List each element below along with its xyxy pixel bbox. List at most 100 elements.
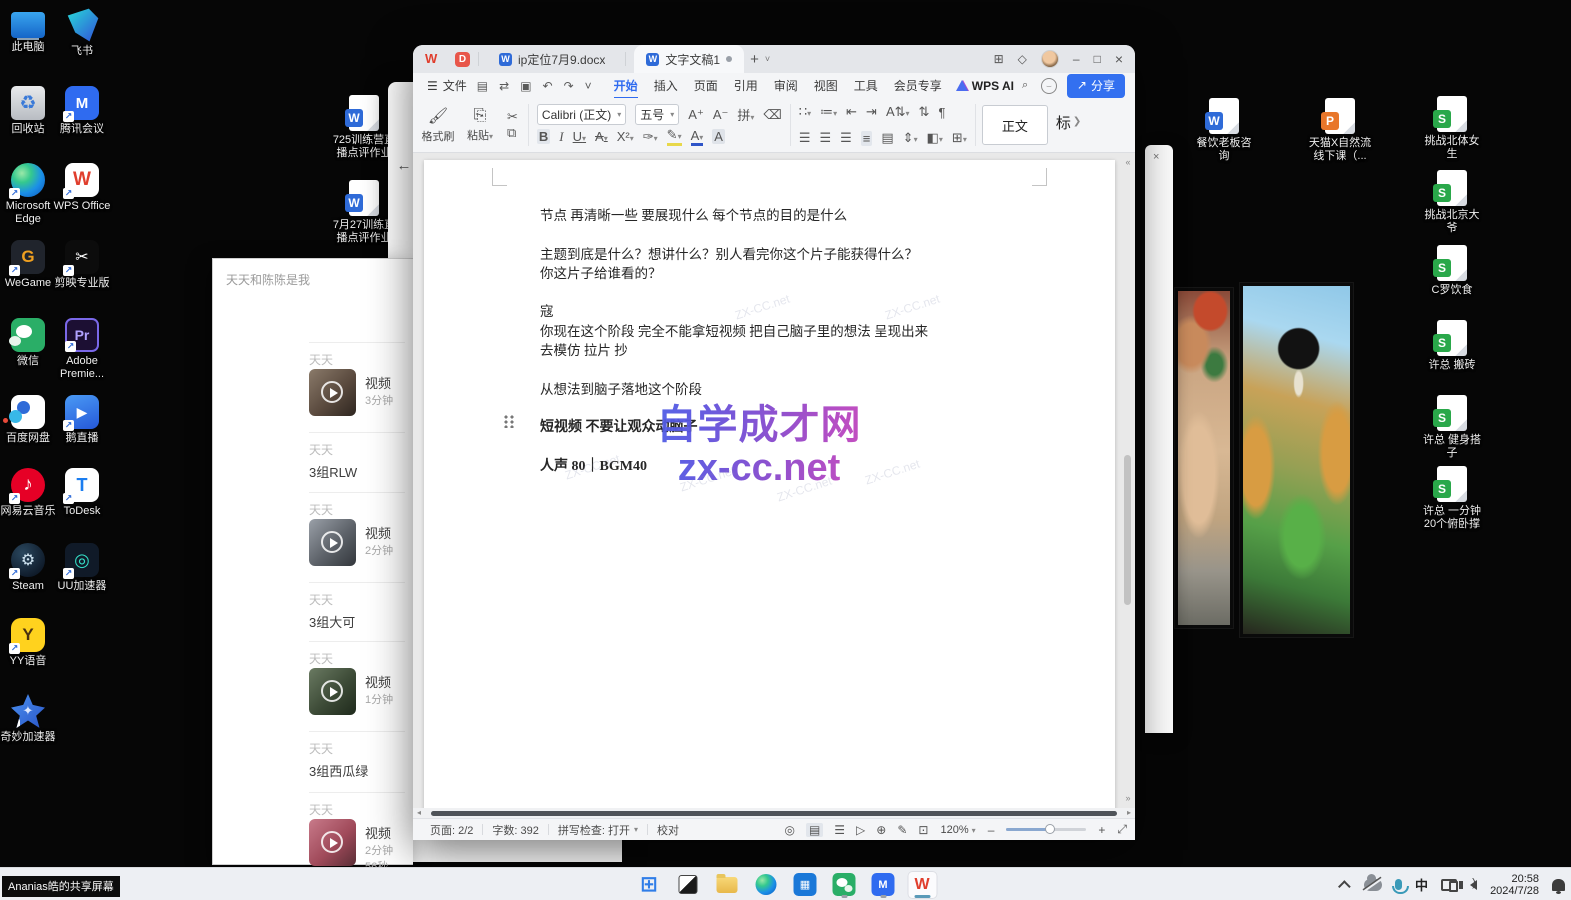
wechat-button[interactable] [829,871,859,899]
superscript-button[interactable]: X²▾ [617,129,634,144]
desktop-icon-wps-sheet-icon[interactable]: SC罗饮食 [1420,245,1484,297]
maximize-button[interactable]: □ [1094,52,1101,66]
back-arrow-icon[interactable]: ← [394,156,414,176]
style-heading-partial[interactable]: 标 [1056,112,1071,148]
edge-button[interactable] [751,871,781,899]
skin-box-icon[interactable]: ◇ [1018,52,1027,66]
feedback-smiley-icon[interactable]: ⌣ [1041,78,1057,94]
text-effects-icon[interactable]: ✑▾ [643,129,658,145]
style-gallery-expand-icon[interactable]: ❯ [1073,116,1081,148]
horizontal-scrollbar[interactable]: ◂ ▸ [413,808,1135,818]
task-view-button[interactable] [673,871,703,899]
speaker-icon[interactable] [1470,880,1477,890]
char-shading-button[interactable]: A [712,129,725,144]
vertical-scrollbar[interactable]: « » [1122,155,1134,805]
video-thumbnail[interactable] [309,819,356,866]
microphone-icon[interactable] [1395,879,1402,890]
zoom-level[interactable]: 120% ▾ [940,824,975,836]
borders-button[interactable]: ⊞▾ [952,130,967,146]
outline-view-icon[interactable]: ☰ [834,823,845,837]
cut-icon[interactable]: ✂ [507,109,518,125]
ribbon-tab-视图[interactable]: 视图 [806,74,846,97]
desktop-icon-wps-sheet-icon[interactable]: S许总 健身搭子 [1420,395,1484,460]
document-canvas[interactable]: 节点 再清晰一些 要展现什么 每个节点的目的是什么 主题到底是什么？想讲什么？别… [413,153,1135,808]
video-thumbnail[interactable] [309,369,356,416]
bullet-list-button[interactable]: ∷▾ [799,104,811,120]
read-mode-icon[interactable]: ▷ [856,823,865,837]
save-icon[interactable]: ▤ [477,79,488,93]
spellcheck-toggle[interactable]: 拼写检查: 打开▾ [549,822,647,838]
align-right-button[interactable]: ☰ [840,130,852,146]
word-count[interactable]: 字数: 392 [483,822,547,838]
scroll-right-icon[interactable]: ▸ [1127,808,1131,818]
underline-button[interactable]: U▾ [573,129,586,144]
clock[interactable]: 20:58 2024/7/28 [1490,873,1539,897]
more-commands-icon[interactable]: ˅ [585,79,592,93]
numbered-list-button[interactable]: ≔▾ [820,104,837,120]
desktop-icon-todesk-icon[interactable]: TToDesk [50,468,114,518]
bold-button[interactable]: B [537,129,550,144]
font-color-button[interactable]: A▾ [691,128,704,146]
desktop-icon-capcut-pro-icon[interactable]: ✂剪映专业版 [50,240,114,290]
document-tab-2-active[interactable]: W 文字文稿1 [634,45,744,73]
italic-button[interactable]: I [559,129,563,145]
shrink-font-icon[interactable]: A⁻ [713,107,729,123]
desktop-icon-tencent-meeting-icon[interactable]: M腾讯会议 [50,86,114,136]
tencent-meeting-button[interactable]: M [868,871,898,899]
desktop-icon-feishu-icon[interactable]: 飞书 [50,8,114,58]
share-button[interactable]: ↗ 分享 [1067,74,1125,98]
zoom-in-button[interactable]: + [1098,823,1105,837]
desktop-icon-wps-sheet-icon[interactable]: S许总 一分钟20个俯卧撑 [1420,466,1484,531]
notification-bell-icon[interactable] [1552,879,1565,891]
tab-list-caret-icon[interactable]: ˅ [765,54,770,64]
align-center-button[interactable]: ☰ [819,130,831,146]
web-view-icon[interactable]: ⊕ [876,823,886,837]
minimize-button[interactable]: – [1073,52,1080,66]
user-avatar[interactable] [1041,50,1059,68]
style-normal[interactable]: 正文 [982,105,1048,145]
ribbon-tab-会员专享[interactable]: 会员专享 [886,74,950,97]
search-icon[interactable]: ⌕ [1022,79,1028,92]
desktop-icon-e-live-icon[interactable]: ▶鹅直播 [50,395,114,445]
cast-display-icon[interactable] [1441,879,1457,891]
edit-mode-icon[interactable]: ✎ [897,823,907,837]
ribbon-tab-引用[interactable]: 引用 [726,74,766,97]
ribbon-tab-工具[interactable]: 工具 [846,74,886,97]
new-tab-button[interactable]: + [744,51,765,68]
next-page-icon[interactable]: » [1122,793,1134,803]
paragraph-drag-handle[interactable] [504,415,514,428]
desktop-icon-wps-doc-icon[interactable]: W725训练营直播点评作业 [332,95,396,160]
scroll-left-icon[interactable]: ◂ [417,808,421,818]
export-icon[interactable]: ⇄ [499,79,509,93]
font-size-combo[interactable]: 五号▾ [635,104,679,125]
chat-item[interactable]: 天天3组大可 [309,582,405,626]
file-menu[interactable]: ☰ 文件 [413,77,477,94]
text-direction-icon[interactable]: A⇅▾ [886,104,910,120]
shading-button[interactable]: ◧▾ [927,130,943,146]
redo-icon[interactable]: ↷ [564,79,574,93]
vertical-scroll-thumb[interactable] [1124,455,1131,605]
chat-item[interactable]: 天天视频1分钟 [309,641,405,723]
close-button[interactable]: × [1115,51,1123,67]
desktop-icon-uu-booster-icon[interactable]: ◎UU加速器 [50,543,114,593]
grow-font-icon[interactable]: A⁺ [688,107,704,123]
sort-icon[interactable]: ⇅ [919,104,930,120]
paste-button[interactable]: ⎘ 粘贴▾ [463,107,497,143]
document-page[interactable]: 节点 再清晰一些 要展现什么 每个节点的目的是什么 主题到底是什么？想讲什么？别… [424,160,1115,808]
video-thumbnail[interactable] [309,519,356,566]
page-view-icon[interactable]: ▤ [806,823,823,837]
ribbon-tab-开始[interactable]: 开始 [606,74,646,97]
docer-icon[interactable]: D [455,52,470,67]
zoom-slider[interactable] [1006,828,1086,831]
desktop-icon-qimiao-booster-icon[interactable]: ✦奇妙加速器 [0,694,60,744]
onedrive-offline-icon[interactable] [1364,879,1382,891]
ribbon-tab-审阅[interactable]: 审阅 [766,74,806,97]
fit-page-icon[interactable]: ⊡ [918,823,928,837]
strikethrough-button[interactable]: A▾ [595,129,608,144]
file-explorer-button[interactable] [712,871,742,899]
desktop-icon-yy-voice-icon[interactable]: YYY语音 [0,618,60,668]
ime-language-indicator[interactable]: 中 [1415,875,1428,894]
split-window-icon[interactable]: ⊞ [994,52,1004,66]
zoom-out-button[interactable]: – [988,823,995,837]
copy-icon[interactable]: ⧉ [507,125,518,141]
